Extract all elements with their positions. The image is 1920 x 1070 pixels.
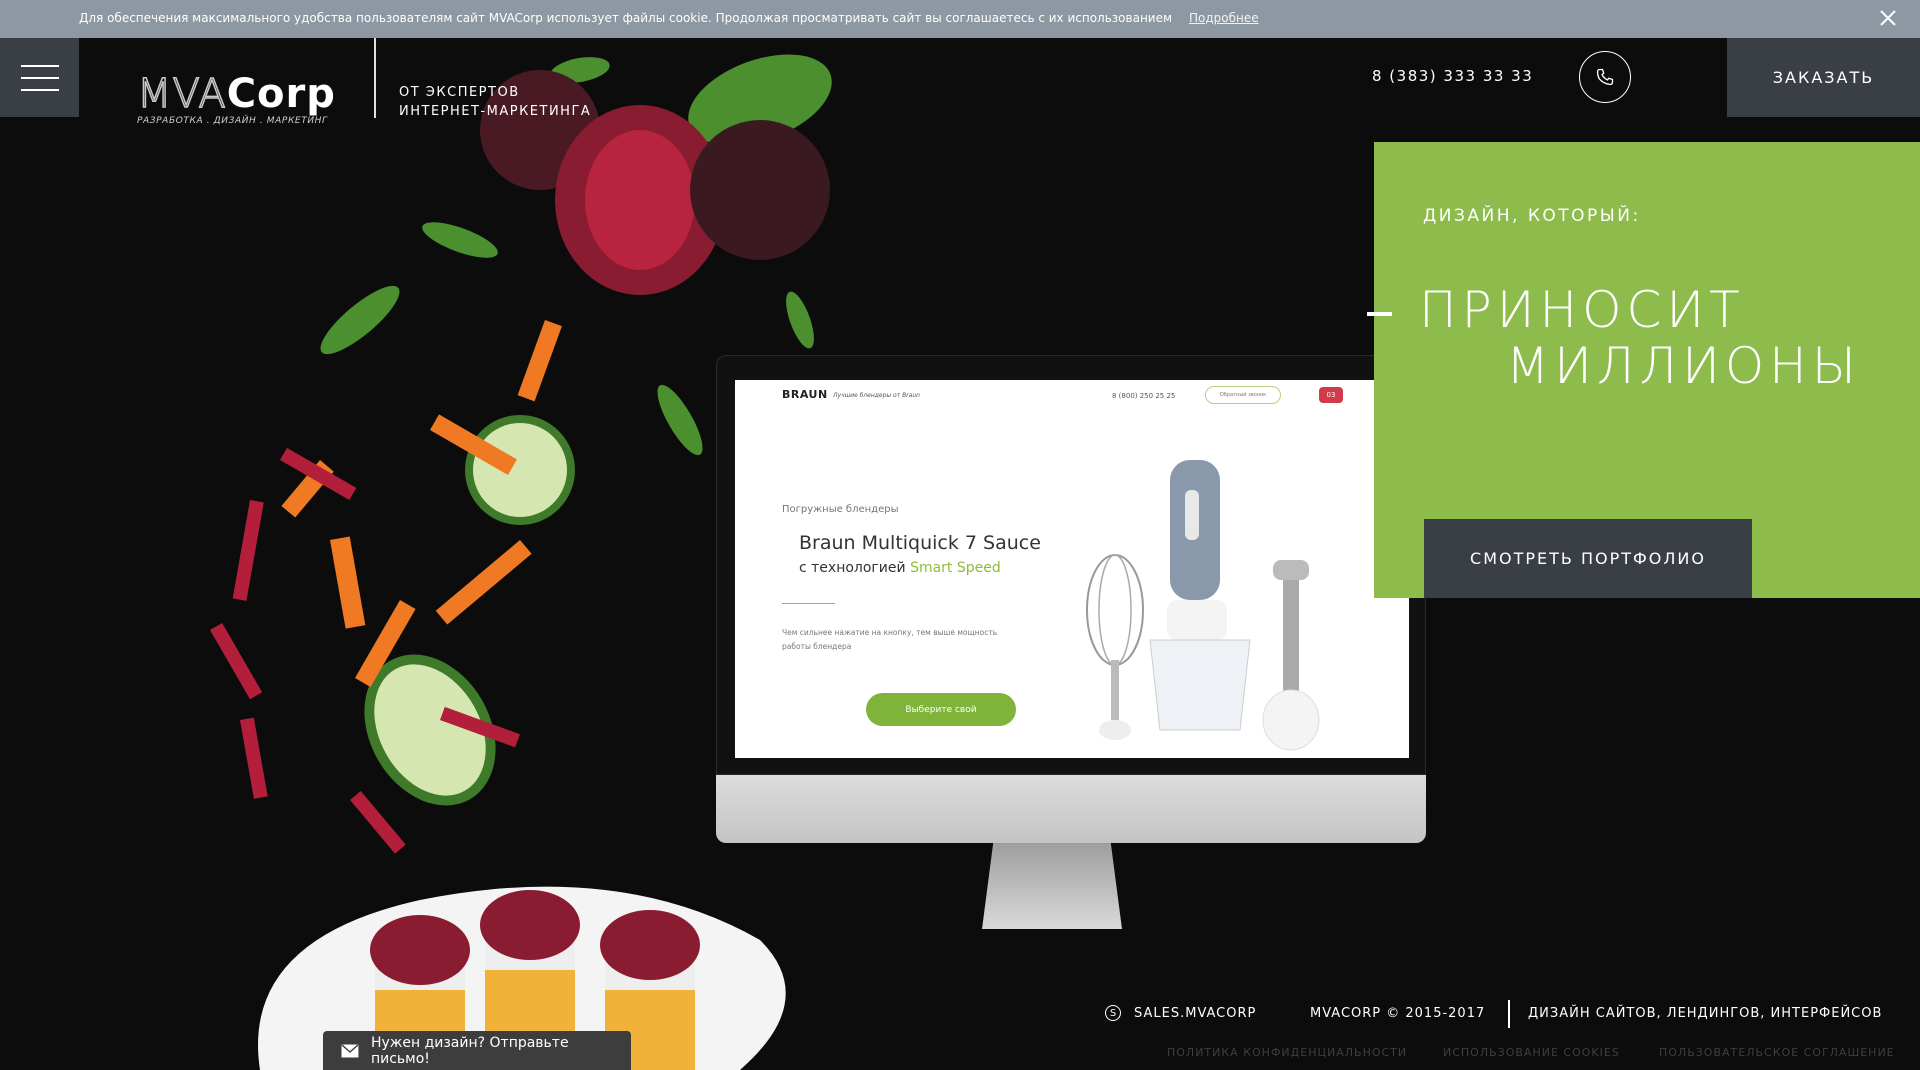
- cookie-text: Для обеспечения максимального удобства п…: [79, 11, 1173, 25]
- phone-icon[interactable]: [1579, 51, 1631, 103]
- mini-badge: 03: [1319, 387, 1343, 403]
- logo-subtitle: РАЗРАБОТКА . ДИЗАЙН . МАРКЕТИНГ: [137, 116, 328, 126]
- monitor-mockup: BRAUN Лучшие блендеры от Braun 8 (800) 2…: [716, 355, 1426, 843]
- mini-choose-button: Выберите свой: [866, 693, 1016, 726]
- tagline-line2: ИНТЕРНЕТ-МАРКЕТИНГА: [399, 104, 592, 119]
- blender-image: [1055, 450, 1395, 758]
- mini-tagline: Лучшие блендеры от Braun: [833, 392, 920, 399]
- monitor-chin: [716, 775, 1426, 843]
- tagline: ОТ ЭКСПЕРТОВ ИНТЕРНЕТ-МАРКЕТИНГА: [399, 83, 591, 121]
- mini-subtitle: с технологией Smart Speed: [799, 560, 1001, 576]
- promo-dash: [1367, 312, 1392, 316]
- mini-divider: [782, 603, 835, 604]
- promo-headline-1: ПРИНОСИТ: [1419, 281, 1745, 339]
- mini-description: Чем сильнее нажатие на кнопку, тем выше …: [782, 628, 998, 651]
- cookie-bar: Для обеспечения максимального удобства п…: [0, 0, 1920, 38]
- header-divider: [374, 38, 376, 118]
- order-button[interactable]: ЗАКАЗАТЬ: [1727, 38, 1920, 117]
- mail-icon: [341, 1043, 359, 1057]
- mail-prompt-button[interactable]: Нужен дизайн? Отправьте письмо!: [323, 1031, 631, 1070]
- cookies-link[interactable]: ИСПОЛЬЗОВАНИЕ COOKIES: [1443, 1046, 1620, 1059]
- mini-call-button: Обратный звонок: [1205, 386, 1281, 404]
- mail-prompt-text: Нужен дизайн? Отправьте письмо!: [370, 1034, 569, 1067]
- mini-title: Braun Multiquick 7 Sauce: [799, 532, 1041, 554]
- footer-divider: [1508, 1000, 1510, 1028]
- logo[interactable]: MVACorp РАЗРАБОТКА . ДИЗАЙН . МАРКЕТИНГ: [136, 71, 352, 126]
- cookie-more-link[interactable]: Подробнее: [1189, 11, 1259, 25]
- footer-description: ДИЗАЙН САЙТОВ, ЛЕНДИНГОВ, ИНТЕРФЕЙСОВ: [1528, 1006, 1883, 1021]
- close-icon[interactable]: [1878, 8, 1898, 28]
- skype-icon: S: [1105, 1005, 1121, 1021]
- portfolio-button[interactable]: СМОТРЕТЬ ПОРТФОЛИО: [1424, 519, 1752, 598]
- monitor-screen: BRAUN Лучшие блендеры от Braun 8 (800) 2…: [735, 380, 1409, 758]
- logo-corp: Corp: [226, 71, 336, 117]
- privacy-policy-link[interactable]: ПОЛИТИКА КОНФИДЕНЦИАЛЬНОСТИ: [1167, 1046, 1407, 1059]
- promo-headline-2: МИЛЛИОНЫ: [1506, 337, 1861, 395]
- user-agreement-link[interactable]: ПОЛЬЗОВАТЕЛЬСКОЕ СОГЛАШЕНИЕ: [1659, 1046, 1895, 1059]
- mini-brand: BRAUN: [782, 388, 828, 401]
- monitor-stand: [982, 843, 1122, 929]
- promo-subtitle: ДИЗАЙН, КОТОРЫЙ:: [1423, 206, 1641, 226]
- mini-category: Погружные блендеры: [782, 504, 899, 515]
- logo-mva: MVA: [136, 71, 227, 117]
- mini-subtitle-highlight: Smart Speed: [910, 560, 1001, 576]
- tagline-line1: ОТ ЭКСПЕРТОВ: [399, 85, 520, 100]
- mini-phone: 8 (800) 250 25 25: [1112, 392, 1176, 400]
- monitor-frame: BRAUN Лучшие блендеры от Braun 8 (800) 2…: [716, 355, 1426, 775]
- menu-icon[interactable]: [0, 38, 79, 117]
- mini-subtitle-prefix: с технологией: [799, 560, 906, 576]
- copyright: MVACORP © 2015-2017: [1310, 1006, 1486, 1021]
- phone-number[interactable]: 8 (383) 333 33 33: [1372, 67, 1533, 85]
- skype-link[interactable]: SALES.MVACORP: [1134, 1006, 1256, 1021]
